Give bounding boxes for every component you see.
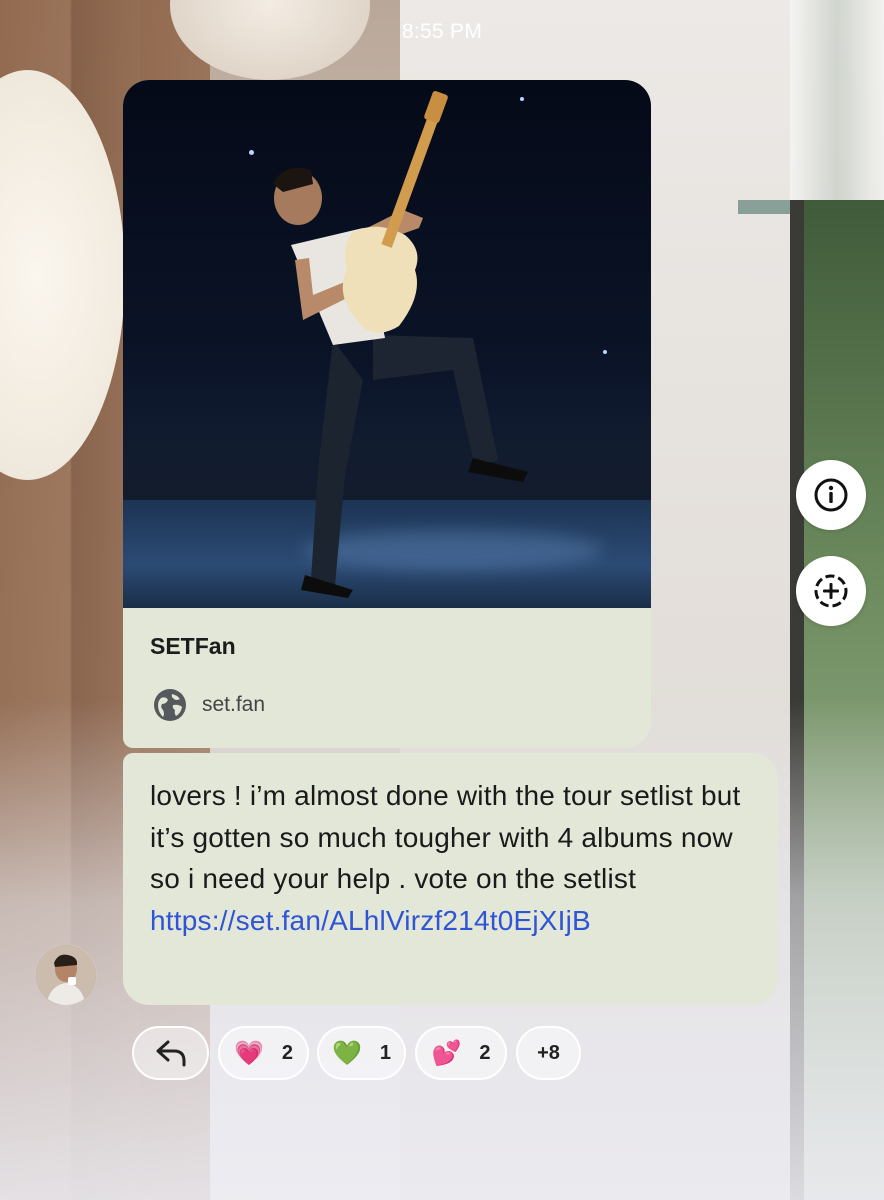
more-reactions-button[interactable]: +8 [516, 1026, 581, 1080]
sender-avatar[interactable] [35, 944, 97, 1006]
link-preview-card[interactable]: SETFan set.fan [123, 80, 651, 748]
reaction-count: 1 [379, 1041, 391, 1064]
reaction-pill-two-hearts[interactable]: 💕 2 [415, 1026, 507, 1080]
status-time: 8:55 PM [401, 20, 483, 43]
link-preview-image [123, 80, 651, 608]
reply-button[interactable] [132, 1026, 209, 1080]
message-bubble[interactable]: lovers ! i’m almost done with the tour s… [123, 753, 778, 1005]
two-hearts-icon: 💕 [431, 1039, 462, 1067]
reaction-pill-pink-heart[interactable]: 💗 2 [218, 1026, 309, 1080]
message-body: lovers ! i’m almost done with the tour s… [150, 780, 741, 894]
add-to-story-button[interactable] [796, 556, 866, 626]
globe-icon [154, 689, 186, 721]
avatar-photo [36, 945, 96, 1005]
green-heart-icon: 💚 [331, 1039, 362, 1067]
link-preview-title: SETFan [150, 633, 236, 659]
message-link[interactable]: https://set.fan/ALhlVirzf214t0EjXIjB [150, 905, 591, 936]
guitarist-silhouette [273, 91, 528, 598]
message-text: lovers ! i’m almost done with the tour s… [150, 775, 751, 941]
reaction-count: 2 [479, 1041, 491, 1064]
pink-heart-icon: 💗 [233, 1039, 264, 1067]
more-reactions-count: +8 [537, 1041, 560, 1064]
link-preview-source: set.fan [153, 688, 265, 722]
reply-arrow-icon [156, 1040, 185, 1067]
link-preview-domain: set.fan [202, 693, 266, 716]
info-icon [814, 478, 848, 512]
reaction-pill-green-heart[interactable]: 💚 1 [317, 1026, 406, 1080]
add-circle-icon [814, 574, 848, 608]
info-button[interactable] [796, 460, 866, 530]
reaction-count: 2 [281, 1041, 293, 1064]
